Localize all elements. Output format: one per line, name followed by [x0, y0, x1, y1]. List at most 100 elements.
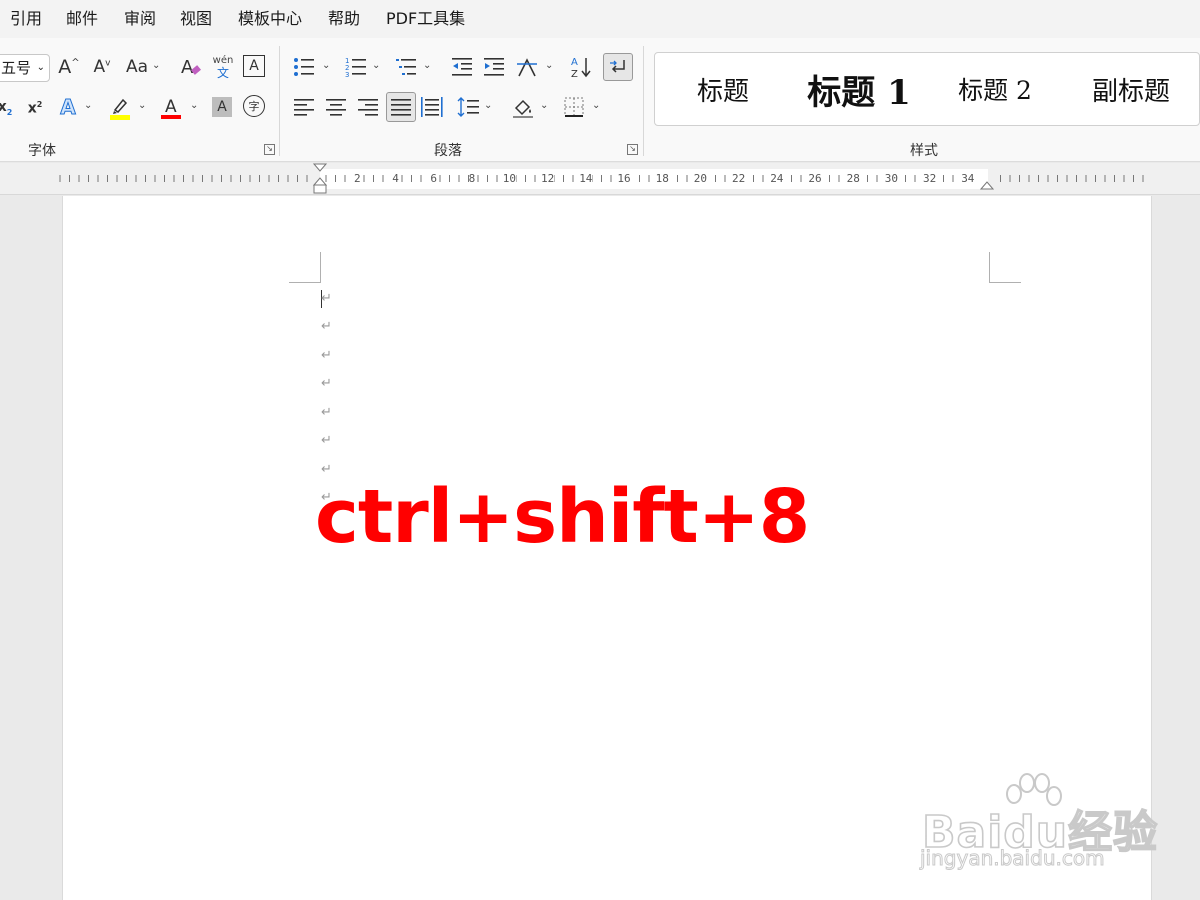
- chevron-down-icon[interactable]: ⌄: [152, 60, 160, 71]
- svg-text:Z: Z: [571, 69, 578, 79]
- decrease-indent-button[interactable]: [450, 54, 474, 80]
- chevron-down-icon[interactable]: ⌄: [423, 60, 431, 71]
- justify-button[interactable]: [386, 92, 416, 122]
- chinese-layout-icon: [517, 58, 537, 77]
- highlighter-icon: [110, 98, 130, 120]
- chinese-layout-button[interactable]: [514, 54, 540, 80]
- style-heading-2-label: 标题 2: [958, 76, 1032, 105]
- ruler-number: 16: [617, 172, 631, 185]
- enclose-characters-button[interactable]: 字: [243, 95, 265, 117]
- svg-text:A: A: [571, 57, 578, 68]
- ruler-number: 10: [502, 172, 517, 185]
- justify-icon: [391, 99, 411, 116]
- menu-template-center[interactable]: 模板中心: [238, 9, 302, 29]
- svg-text:3: 3: [345, 71, 349, 78]
- numbering-button[interactable]: 1 2 3: [344, 54, 368, 80]
- menu-review[interactable]: 审阅: [124, 9, 156, 29]
- indent-marker-icon[interactable]: [313, 163, 327, 195]
- chevron-down-icon[interactable]: ⌄: [372, 60, 380, 71]
- ruler-number: 32: [923, 172, 937, 185]
- ruler-number: 28: [846, 172, 860, 185]
- highlight-button[interactable]: [108, 94, 132, 122]
- ruler-number: 6: [430, 172, 438, 185]
- increase-indent-icon: [484, 58, 504, 76]
- line-spacing-button[interactable]: [456, 94, 480, 120]
- menu-help[interactable]: 帮助: [328, 9, 360, 29]
- chevron-down-icon[interactable]: ⌄: [484, 100, 492, 111]
- sort-button[interactable]: A Z: [570, 54, 594, 80]
- chevron-down-icon[interactable]: ⌄: [540, 100, 548, 111]
- align-right-button[interactable]: [356, 94, 380, 120]
- group-divider: [643, 46, 644, 156]
- character-shading-button[interactable]: A: [212, 97, 232, 117]
- chevron-down-icon[interactable]: ⌄: [322, 60, 330, 71]
- chevron-down-icon[interactable]: ⌄: [592, 100, 600, 111]
- subscript-button[interactable]: x2: [0, 96, 14, 120]
- style-title[interactable]: 标题: [655, 53, 791, 125]
- style-heading-1[interactable]: 标题 1: [791, 53, 927, 125]
- change-case-button[interactable]: Aa: [124, 54, 150, 80]
- character-shading-icon: A: [217, 99, 227, 115]
- menu-view[interactable]: 视图: [180, 9, 212, 29]
- superscript-icon: x2: [27, 99, 43, 117]
- font-dialog-launcher-icon[interactable]: ↘: [264, 144, 275, 155]
- align-left-button[interactable]: [292, 94, 316, 120]
- ribbon: 五号 ⌄ A^ Av Aa ⌄ A wén 文 A x2 x2 A ⌄ ⌄ A …: [0, 38, 1200, 162]
- style-subtitle[interactable]: 副标题: [1063, 53, 1199, 125]
- font-size-select[interactable]: 五号 ⌄: [0, 54, 50, 82]
- chevron-down-icon: ⌄: [36, 62, 45, 73]
- ruler-number: 30: [884, 172, 899, 185]
- character-border-button[interactable]: A: [243, 55, 265, 77]
- svg-text:A: A: [181, 57, 194, 78]
- chevron-down-icon[interactable]: ⌄: [84, 100, 92, 111]
- ruler-number: 14: [579, 172, 593, 185]
- ruler-number: 24: [770, 172, 784, 185]
- style-subtitle-label: 副标题: [1091, 76, 1170, 107]
- multilevel-list-icon: [396, 59, 416, 75]
- multilevel-list-button[interactable]: [394, 54, 418, 80]
- baidu-jingyan-watermark: Baidu经验 jingyan.baidu.com: [918, 772, 1158, 882]
- distributed-button[interactable]: [420, 94, 444, 120]
- menu-mailings[interactable]: 邮件: [66, 9, 98, 29]
- paragraph-mark: ↵: [321, 291, 332, 306]
- superscript-button[interactable]: x2: [24, 96, 46, 120]
- styles-gallery: 标题 标题 1 标题 2 副标题: [654, 52, 1200, 126]
- horizontal-ruler[interactable]: 2 4 6 8 10 12 14 16 18 20 22 24 26 28 30 32 34: [0, 163, 1200, 195]
- font-color-button[interactable]: A: [160, 94, 182, 122]
- shading-button[interactable]: [510, 94, 536, 122]
- font-size-value: 五号: [1, 59, 32, 77]
- top-left-crop-mark: [289, 252, 321, 283]
- paragraph-mark: ↵: [321, 405, 332, 420]
- paragraph-mark: ↵: [321, 433, 332, 448]
- text-effects-button[interactable]: A: [56, 94, 80, 120]
- bullets-button[interactable]: [292, 54, 316, 80]
- right-indent-marker-icon[interactable]: [980, 179, 994, 193]
- shrink-font-button[interactable]: Av: [90, 54, 114, 80]
- ruler-number: 12: [541, 172, 555, 185]
- style-heading-1-label: 标题 1: [807, 72, 911, 113]
- chevron-down-icon[interactable]: ⌄: [190, 100, 198, 111]
- clear-formatting-button[interactable]: A: [178, 54, 204, 80]
- phonetic-guide-bottom: 文: [216, 66, 229, 80]
- paint-bucket-icon: [513, 99, 533, 118]
- chevron-down-icon[interactable]: ⌄: [545, 60, 553, 71]
- shortcut-annotation: ctrl+shift+8: [315, 474, 810, 560]
- paragraph-dialog-launcher-icon[interactable]: ↘: [627, 144, 638, 155]
- show-paragraph-marks-button[interactable]: [603, 53, 633, 81]
- group-divider: [279, 46, 280, 156]
- menu-pdf-tools[interactable]: PDF工具集: [386, 9, 465, 29]
- distributed-icon: [421, 97, 443, 117]
- align-center-button[interactable]: [324, 94, 348, 120]
- sort-az-icon: A Z: [571, 57, 591, 79]
- clear-formatting-icon: A: [181, 57, 201, 78]
- grow-font-button[interactable]: A^: [57, 54, 81, 80]
- chevron-down-icon[interactable]: ⌄: [138, 100, 146, 111]
- increase-indent-button[interactable]: [482, 54, 506, 80]
- menu-references[interactable]: 引用: [10, 9, 42, 29]
- borders-button[interactable]: [562, 94, 586, 120]
- top-right-crop-mark: [989, 252, 1021, 283]
- phonetic-guide-button[interactable]: wén 文: [210, 52, 236, 82]
- paragraph-mark-icon: [610, 60, 625, 73]
- ruler-number: 34: [961, 172, 975, 185]
- style-heading-2[interactable]: 标题 2: [927, 53, 1063, 125]
